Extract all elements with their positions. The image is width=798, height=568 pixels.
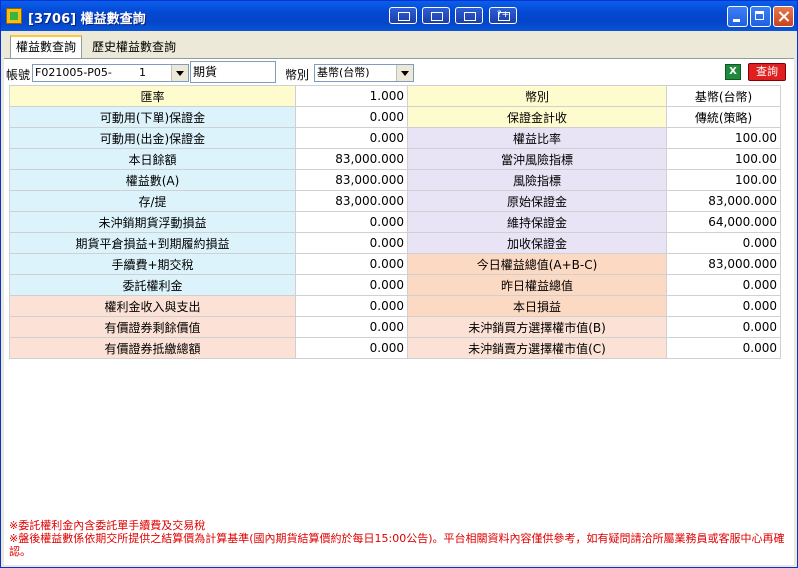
field-value: 83,000.000 [666,190,781,212]
tab-strip: 權益數查詢 歷史權益數查詢 [4,31,794,59]
table-row: 未沖銷期貨浮動損益 0.000 維持保證金 64,000.000 [9,211,781,233]
field-label: 手續費+期交稅 [9,253,296,275]
table-row: 匯率 1.000 幣別 基幣(台幣) [9,85,781,107]
window-icon[interactable] [422,7,450,24]
field-value: 83,000.000 [295,169,408,191]
field-label: 本日餘額 [9,148,296,170]
field-value: 83,000.000 [666,253,781,275]
field-label: 權益比率 [407,127,667,149]
table-row: 存/提 83,000.000 原始保證金 83,000.000 [9,190,781,212]
field-label: 加收保證金 [407,232,667,254]
field-value: 83,000.000 [295,148,408,170]
field-label: 有價證券抵繳總額 [9,337,296,359]
field-value: 100.00 [666,169,781,191]
currency-select[interactable]: 基幣(台幣) [314,64,414,82]
table-row: 期貨平倉損益+到期履約損益 0.000 加收保證金 0.000 [9,232,781,254]
table-row: 有價證券抵繳總額 0.000 未沖銷賣方選擇權市值(C) 0.000 [9,337,781,359]
field-label: 匯率 [9,85,296,107]
currency-value: 基幣(台幣) [317,66,370,79]
field-value: 0.000 [295,211,408,233]
footer-note-2: ※盤後權益數係依期交所提供之結算價為計算基準(國內期貨結算價約於每日15:00公… [9,532,785,558]
field-label: 原始保證金 [407,190,667,212]
chevron-down-icon[interactable] [171,65,188,81]
field-label: 存/提 [9,190,296,212]
app-window: [3706] 權益數查詢 ?+ 權益數查詢 歷史權益數查詢 帳號 F021005… [0,0,798,568]
table-row: 權益數(A) 83,000.000 風險指標 100.00 [9,169,781,191]
title-bar[interactable]: [3706] 權益數查詢 ?+ [1,1,797,31]
account-value: F021005-P05- [35,66,112,79]
field-label: 可動用(下單)保證金 [9,106,296,128]
table-row: 手續費+期交稅 0.000 今日權益總值(A+B-C) 83,000.000 [9,253,781,275]
field-value: 0.000 [295,337,408,359]
field-value: 0.000 [666,295,781,317]
field-label: 未沖銷買方選擇權市值(B) [407,316,667,338]
field-label: 權利金收入與支出 [9,295,296,317]
account-label: 帳號 [6,68,31,82]
field-value: 0.000 [295,253,408,275]
field-value: 100.00 [666,127,781,149]
footer-note-1: ※委託權利金內含委託單手續費及交易稅 [9,519,206,532]
field-label: 維持保證金 [407,211,667,233]
field-value: 0.000 [666,232,781,254]
excel-export-icon[interactable]: X [725,64,741,80]
chevron-down-icon[interactable] [396,65,413,81]
layout-icon[interactable] [389,7,417,24]
equity-table: 匯率 1.000 幣別 基幣(台幣) 可動用(下單)保證金 0.000 保證金計收 傳統(策略… [9,85,781,359]
field-value: 傳統(策略) [666,106,781,128]
help-label: ?+ [496,10,510,20]
field-label: 有價證券剩餘價值 [9,316,296,338]
maximize-button[interactable] [750,6,771,27]
window-close-icon[interactable] [455,7,483,24]
field-value: 1.000 [295,85,408,107]
field-value: 0.000 [295,295,408,317]
field-value: 基幣(台幣) [666,85,781,107]
field-value: 83,000.000 [295,190,408,212]
currency-label: 幣別 [285,68,310,82]
field-label: 未沖銷期貨浮動損益 [9,211,296,233]
content-area: 權益數查詢 歷史權益數查詢 帳號 F021005-P05- 1 期貨 幣別 基幣… [4,31,794,565]
field-label: 昨日權益總值 [407,274,667,296]
app-icon [6,8,22,24]
field-label: 保證金計收 [407,106,667,128]
field-value: 0.000 [666,274,781,296]
field-value: 0.000 [295,106,408,128]
help-icon[interactable]: ?+ [489,7,517,24]
field-value: 0.000 [295,274,408,296]
product-field[interactable]: 期貨 [190,61,276,83]
footer-notes: ※委託權利金內含委託單手續費及交易稅 ※盤後權益數係依期交所提供之結算價為計算基… [9,519,794,558]
field-label: 幣別 [407,85,667,107]
field-value: 64,000.000 [666,211,781,233]
query-button[interactable]: 查詢 [748,63,786,81]
table-row: 可動用(下單)保證金 0.000 保證金計收 傳統(策略) [9,106,781,128]
field-label: 權益數(A) [9,169,296,191]
field-value: 100.00 [666,148,781,170]
window-title: [3706] 權益數查詢 [28,12,146,27]
field-value: 0.000 [666,316,781,338]
field-label: 本日損益 [407,295,667,317]
field-label: 今日權益總值(A+B-C) [407,253,667,275]
field-label: 期貨平倉損益+到期履約損益 [9,232,296,254]
field-label: 風險指標 [407,169,667,191]
field-value: 0.000 [666,337,781,359]
table-row: 權利金收入與支出 0.000 本日損益 0.000 [9,295,781,317]
table-row: 委託權利金 0.000 昨日權益總值 0.000 [9,274,781,296]
field-label: 未沖銷賣方選擇權市值(C) [407,337,667,359]
account-select[interactable]: F021005-P05- 1 [32,64,189,82]
table-row: 可動用(出金)保證金 0.000 權益比率 100.00 [9,127,781,149]
account-suffix: 1 [139,66,146,79]
tab-history-equity-query[interactable]: 歷史權益數查詢 [87,37,181,57]
field-label: 當沖風險指標 [407,148,667,170]
minimize-button[interactable] [727,6,748,27]
table-row: 有價證券剩餘價值 0.000 未沖銷買方選擇權市值(B) 0.000 [9,316,781,338]
table-row: 本日餘額 83,000.000 當沖風險指標 100.00 [9,148,781,170]
field-value: 0.000 [295,316,408,338]
field-label: 委託權利金 [9,274,296,296]
tab-equity-query[interactable]: 權益數查詢 [10,35,83,59]
field-label: 可動用(出金)保證金 [9,127,296,149]
field-value: 0.000 [295,127,408,149]
field-value: 0.000 [295,232,408,254]
close-button[interactable] [773,6,794,27]
